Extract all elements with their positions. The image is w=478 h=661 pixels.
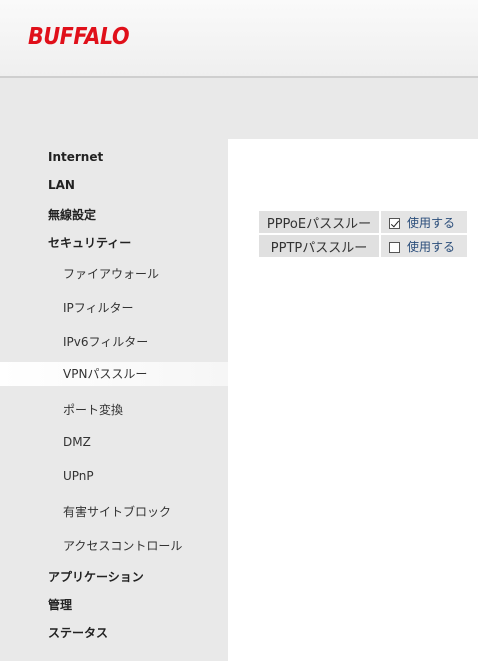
main-content: PPPoEパススルー 使用する PPTPパススルー 使用する bbox=[228, 139, 478, 661]
pppoe-passthrough-label: PPPoEパススルー bbox=[259, 211, 381, 233]
sidebar-item-ipv6-filter[interactable]: IPv6フィルター bbox=[0, 333, 228, 350]
sidebar-item-ip-filter[interactable]: IPフィルター bbox=[0, 299, 228, 316]
sidebar-item-vpn-passthrough[interactable]: VPNパススルー bbox=[0, 362, 228, 386]
table-row: PPTPパススルー 使用する bbox=[259, 235, 467, 257]
sidebar-item-security[interactable]: セキュリティー bbox=[0, 234, 228, 251]
sidebar-item-lan[interactable]: LAN bbox=[0, 178, 228, 192]
sidebar-item-wireless-settings[interactable]: 無線設定 bbox=[0, 206, 228, 223]
pppoe-use-label[interactable]: 使用する bbox=[407, 216, 455, 230]
sidebar-item-access-control[interactable]: アクセスコントロール bbox=[0, 537, 228, 554]
table-row: PPPoEパススルー 使用する bbox=[259, 211, 467, 233]
pptp-passthrough-option[interactable]: 使用する bbox=[381, 235, 467, 257]
sidebar-item-applications[interactable]: アプリケーション bbox=[0, 568, 228, 585]
pptp-passthrough-label: PPTPパススルー bbox=[259, 235, 381, 257]
sidebar-item-harmful-site-block[interactable]: 有害サイトブロック bbox=[0, 503, 228, 520]
sidebar-item-admin[interactable]: 管理 bbox=[0, 596, 228, 613]
pptp-passthrough-checkbox[interactable] bbox=[389, 241, 400, 253]
pptp-use-label[interactable]: 使用する bbox=[407, 240, 455, 254]
sidebar-item-firewall[interactable]: ファイアウォール bbox=[0, 265, 228, 282]
pppoe-passthrough-checkbox[interactable] bbox=[389, 217, 400, 229]
sidebar-item-dmz[interactable]: DMZ bbox=[0, 435, 228, 449]
sidebar-item-upnp[interactable]: UPnP bbox=[0, 469, 228, 483]
header: BUFFALO bbox=[0, 0, 478, 78]
vpn-passthrough-table: PPPoEパススルー 使用する PPTPパススルー 使用する bbox=[259, 209, 467, 259]
buffalo-logo: BUFFALO bbox=[28, 24, 130, 50]
pppoe-passthrough-option[interactable]: 使用する bbox=[381, 211, 467, 233]
sidebar-item-port-forwarding[interactable]: ポート変換 bbox=[0, 401, 228, 418]
sidebar-item-status[interactable]: ステータス bbox=[0, 624, 228, 641]
sidebar-item-internet[interactable]: Internet bbox=[0, 150, 228, 164]
